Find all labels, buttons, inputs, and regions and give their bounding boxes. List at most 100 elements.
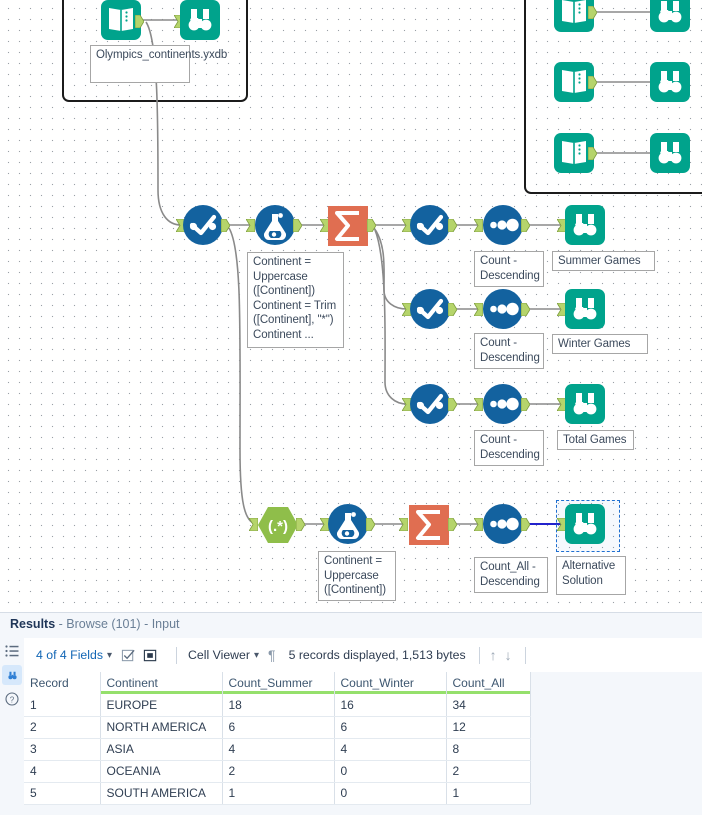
cell-count-summer: 6 (222, 716, 335, 739)
browse-tool-3[interactable] (648, 60, 692, 104)
toolbar-divider (478, 646, 480, 664)
sort-tool-all[interactable] (481, 502, 525, 546)
data-table: Record Continent Count_Summer Count_Wint… (24, 672, 531, 805)
output-anchor[interactable] (135, 15, 144, 28)
output-anchor[interactable] (588, 76, 597, 89)
browse-tool-alternative[interactable] (563, 502, 607, 546)
cell-count-summer: 2 (222, 760, 335, 783)
results-rail: ? (0, 638, 24, 815)
table-row[interactable]: 1 EUROPE 18 16 34 (24, 694, 531, 717)
sigma-icon (409, 505, 449, 545)
output-anchor[interactable] (588, 6, 597, 19)
select-tool-total[interactable] (408, 382, 452, 426)
browse-tool-total[interactable] (563, 382, 607, 426)
table-row[interactable]: 4 OCEANIA 2 0 2 (24, 760, 531, 783)
table-header-row: Record Continent Count_Summer Count_Wint… (24, 672, 531, 694)
output-anchor[interactable] (588, 147, 597, 160)
cell-continent: SOUTH AMERICA (100, 782, 223, 805)
cell-record: 4 (24, 760, 101, 783)
select-tool-winter[interactable] (408, 287, 452, 331)
formula-tool-1[interactable] (253, 203, 297, 247)
column-header-count-winter[interactable]: Count_Winter (334, 672, 447, 694)
output-anchor[interactable] (521, 219, 530, 232)
cell-count-all: 2 (446, 760, 531, 783)
binoculars-icon (650, 62, 690, 102)
cell-count-winter: 6 (334, 716, 447, 739)
output-anchor[interactable] (367, 219, 376, 232)
binoculars-icon (180, 0, 220, 40)
output-anchor[interactable] (293, 219, 302, 232)
cell-count-summer: 4 (222, 738, 335, 761)
results-grid[interactable]: Record Continent Count_Summer Count_Wint… (24, 672, 702, 815)
output-anchor[interactable] (448, 398, 457, 411)
list-view-icon[interactable] (2, 641, 22, 661)
table-row[interactable]: 5 SOUTH AMERICA 1 0 1 (24, 782, 531, 805)
select-all-icon[interactable] (121, 648, 136, 663)
browse-alt-annotation: Alternative Solution (556, 556, 626, 595)
output-anchor[interactable] (448, 518, 457, 531)
arrow-up-icon[interactable]: ↑ (490, 647, 497, 663)
output-anchor[interactable] (521, 518, 530, 531)
summarize-tool-2[interactable] (407, 503, 451, 547)
browse-tool-main[interactable] (178, 0, 222, 42)
sort-tool-winter[interactable] (481, 287, 525, 331)
cell-count-winter: 16 (334, 694, 447, 717)
pilcrow-icon[interactable]: ¶ (268, 647, 276, 663)
summarize-tool-1[interactable] (326, 204, 370, 248)
workflow-canvas[interactable]: Olympics_continents.yxdb Continent = Upp… (0, 0, 702, 612)
browse-tool-summer[interactable] (563, 203, 607, 247)
toolbar-divider (176, 646, 178, 664)
select-tool-summer[interactable] (408, 203, 452, 247)
regex-tool[interactable]: (.*) (256, 503, 300, 547)
sort-total-annotation: Count - Descending (474, 430, 544, 466)
output-anchor[interactable] (448, 219, 457, 232)
output-anchor[interactable] (221, 219, 230, 232)
sort-tool-total[interactable] (481, 382, 525, 426)
column-header-record[interactable]: Record (24, 672, 101, 694)
formula-tool-2[interactable] (326, 502, 370, 546)
table-row[interactable]: 2 NORTH AMERICA 6 6 12 (24, 716, 531, 739)
chevron-down-icon[interactable]: ▾ (107, 650, 112, 661)
arrow-down-icon[interactable]: ↓ (505, 647, 512, 663)
binoculars-icon (565, 504, 605, 544)
cell-count-all: 34 (446, 694, 531, 717)
select-tool-1[interactable] (181, 203, 225, 247)
output-anchor[interactable] (521, 398, 530, 411)
formula-top-annotation: Continent = Uppercase ([Continent]) Cont… (247, 252, 344, 348)
cell-count-summer: 1 (222, 782, 335, 805)
cell-count-all: 12 (446, 716, 531, 739)
browse-tool-winter[interactable] (563, 287, 607, 331)
cell-continent: ASIA (100, 738, 223, 761)
table-row[interactable]: 3 ASIA 4 4 8 (24, 738, 531, 761)
results-title-rest: - Browse (101) - Input (55, 617, 180, 631)
results-toolbar: 4 of 4 Fields ▾ Cell Viewer ▾ ¶ 5 record… (24, 638, 702, 672)
binoculars-icon (650, 133, 690, 173)
column-header-continent[interactable]: Continent (100, 672, 223, 694)
fields-selector[interactable]: 4 of 4 Fields (36, 648, 103, 662)
sort-winter-annotation: Count - Descending (474, 333, 544, 369)
checkmark-icon (410, 205, 450, 245)
list-view-glyph (5, 645, 19, 657)
output-anchor[interactable] (448, 303, 457, 316)
chevron-down-icon[interactable]: ▾ (254, 650, 259, 661)
browse-icon[interactable] (2, 665, 22, 685)
svg-text:?: ? (10, 695, 15, 704)
svg-text:(.*): (.*) (268, 518, 288, 535)
browse-tool-4[interactable] (648, 131, 692, 175)
regex-icon: (.*) (258, 507, 298, 543)
cell-count-winter: 4 (334, 738, 447, 761)
output-anchor[interactable] (366, 518, 375, 531)
browse-tool-2[interactable] (648, 0, 692, 34)
deselect-all-icon[interactable] (143, 648, 158, 663)
column-header-count-summer[interactable]: Count_Summer (222, 672, 335, 694)
help-icon[interactable]: ? (2, 689, 22, 709)
cell-viewer-selector[interactable]: Cell Viewer (188, 648, 250, 662)
binoculars-icon (565, 384, 605, 424)
sort-tool-summer[interactable] (481, 203, 525, 247)
cell-continent: OCEANIA (100, 760, 223, 783)
sigma-icon (328, 206, 368, 246)
output-anchor[interactable] (296, 518, 305, 531)
output-anchor[interactable] (521, 303, 530, 316)
table-body: 1 EUROPE 18 16 34 2 NORTH AMERICA 6 6 12 (24, 694, 531, 805)
column-header-count-all[interactable]: Count_All (446, 672, 531, 694)
